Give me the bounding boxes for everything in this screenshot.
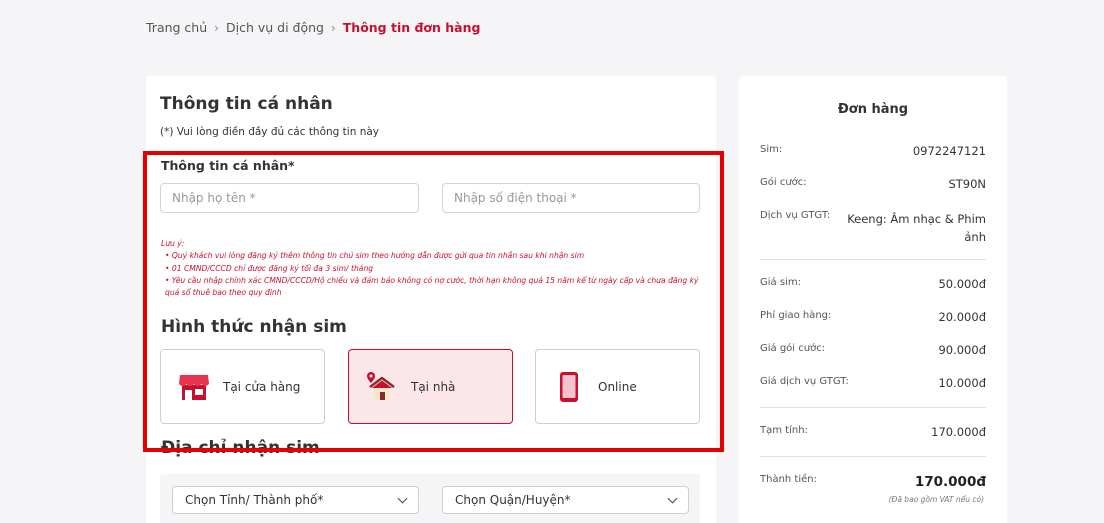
- divider: [760, 456, 986, 457]
- district-select-value: Chọn Quận/Huyện*: [455, 493, 571, 507]
- chevron-down-icon: [397, 493, 408, 503]
- vat-note: (Đã bao gồm VAT nếu có): [888, 495, 984, 504]
- province-select-value: Chọn Tỉnh/ Thành phố*: [185, 493, 324, 507]
- required-note: (*) Vui lòng điền đầy đủ các thông tin n…: [160, 126, 380, 138]
- option-label: Tại nhà: [411, 379, 456, 394]
- notes-block: Lưu ý: • Quý khách vui lòng đăng ký thêm…: [161, 238, 706, 299]
- phone-input[interactable]: [442, 183, 700, 213]
- option-online[interactable]: Online: [535, 349, 700, 424]
- option-label: Online: [598, 379, 637, 394]
- option-store[interactable]: Tại cửa hàng: [160, 349, 325, 424]
- chevron-down-icon: [667, 493, 678, 503]
- order-row-subtotal: Tạm tính: 170.000đ: [760, 425, 986, 439]
- order-row-sim-price: Giá sim: 50.000đ: [760, 277, 986, 291]
- address-title: Địa chỉ nhận sim: [161, 438, 320, 458]
- option-home[interactable]: Tại nhà: [348, 349, 513, 424]
- receive-method-title: Hình thức nhận sim: [161, 317, 347, 337]
- name-input[interactable]: [160, 183, 419, 213]
- divider: [760, 259, 986, 260]
- divider: [760, 407, 986, 408]
- note-line: • 01 CMND/CCCD chỉ được đăng ký tối đa 3…: [165, 263, 374, 273]
- notes-heading: Lưu ý:: [161, 239, 185, 248]
- order-row-shipping: Phí giao hàng: 20.000đ: [760, 310, 986, 324]
- home-pin-icon: [365, 370, 399, 404]
- order-row-vas: Dịch vụ GTGT: Keeng: Âm nhạc & Phim ảnh: [760, 210, 986, 244]
- personal-section-title: Thông tin cá nhân*: [161, 158, 295, 173]
- phone-icon: [552, 370, 586, 404]
- store-icon: [177, 370, 211, 404]
- order-row-plan-price: Giá gói cước: 90.000đ: [760, 343, 986, 357]
- note-line: • Yêu cầu nhập chính xác CMND/CCCD/Hộ ch…: [165, 275, 699, 298]
- total-value: 170.000đ: [914, 474, 986, 490]
- breadcrumb-home[interactable]: Trang chủ: [146, 20, 207, 35]
- order-row-vas-price: Giá dịch vụ GTGT: 10.000đ: [760, 376, 986, 390]
- order-row-sim: Sim: 0972247121: [760, 144, 986, 158]
- option-label: Tại cửa hàng: [223, 379, 301, 394]
- order-row-plan: Gói cước: ST90N: [760, 177, 986, 191]
- note-line: • Quý khách vui lòng đăng ký thêm thông …: [165, 251, 585, 261]
- breadcrumb-current: Thông tin đơn hàng: [342, 20, 481, 35]
- district-select[interactable]: Chọn Quận/Huyện*: [442, 486, 689, 514]
- page-title: Thông tin cá nhân: [160, 94, 333, 114]
- breadcrumb-service[interactable]: Dịch vụ di động: [226, 20, 324, 35]
- chevron-right-icon: ›: [214, 20, 219, 35]
- chevron-right-icon: ›: [330, 20, 336, 35]
- province-select[interactable]: Chọn Tỉnh/ Thành phố*: [172, 486, 419, 514]
- order-title: Đơn hàng: [837, 102, 909, 117]
- breadcrumb: Trang chủ › Dịch vụ di động › Thông tin …: [146, 20, 480, 35]
